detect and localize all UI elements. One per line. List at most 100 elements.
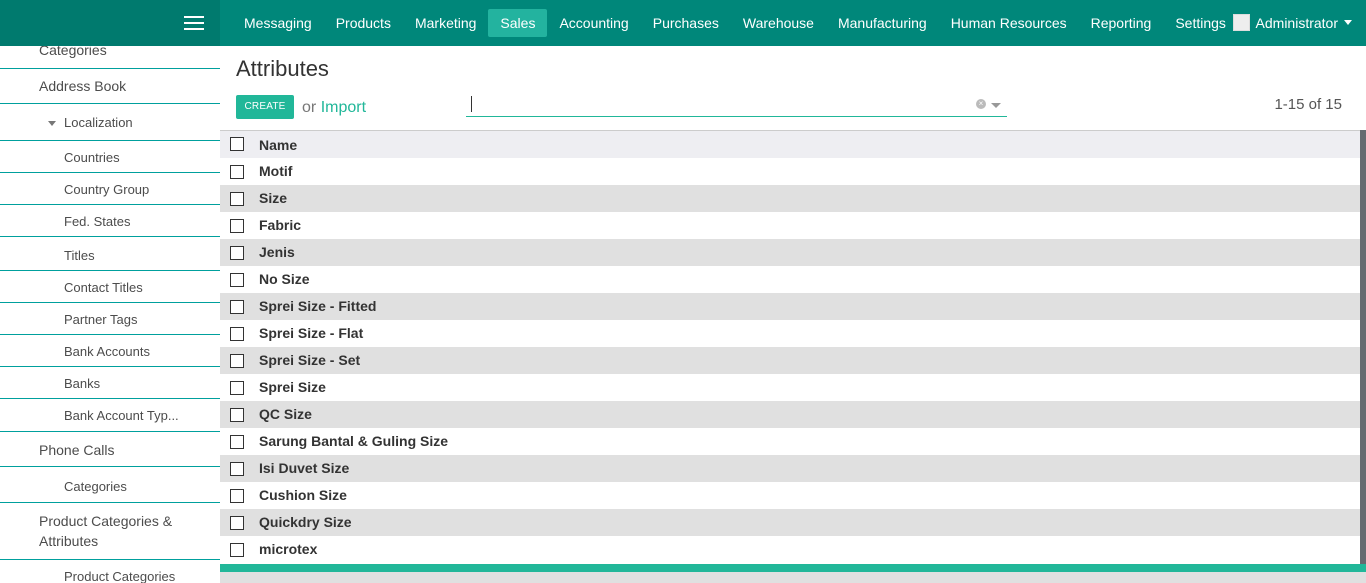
row-name: Size (259, 190, 288, 206)
menu-purchases[interactable]: Purchases (641, 9, 731, 37)
table-row[interactable]: Jenis (220, 239, 1360, 266)
row-checkbox[interactable] (230, 327, 244, 341)
table-row[interactable]: microtex (220, 536, 1360, 563)
sidebar-item-bank-account-types[interactable]: Bank Account Typ... (0, 408, 220, 423)
menu-warehouse[interactable]: Warehouse (731, 9, 826, 37)
row-checkbox[interactable] (230, 435, 244, 449)
row-name: Sprei Size - Fitted (259, 298, 377, 314)
menu-messaging[interactable]: Messaging (232, 9, 324, 37)
row-checkbox[interactable] (230, 219, 244, 233)
sidebar-item-contact-titles[interactable]: Contact Titles (0, 280, 220, 295)
sidebar-item-country-group[interactable]: Country Group (0, 182, 220, 197)
sidebar-item-phone-calls[interactable]: Phone Calls (0, 442, 220, 458)
main-content: Attributes CREATE or Import × 1-15 of 15… (220, 46, 1366, 583)
table-row[interactable]: Sprei Size - Set (220, 347, 1360, 374)
row-checkbox[interactable] (230, 300, 244, 314)
list-footer-accent (220, 564, 1366, 572)
row-checkbox[interactable] (230, 273, 244, 287)
sidebar-item-phone-categories[interactable]: Categories (0, 479, 220, 494)
menu-sales[interactable]: Sales (488, 9, 548, 37)
menu-manufacturing[interactable]: Manufacturing (826, 9, 939, 37)
table-row[interactable]: Isi Duvet Size (220, 455, 1360, 482)
pager[interactable]: 1-15 of 15 (1274, 96, 1342, 113)
search-options-caret-icon[interactable] (991, 103, 1001, 108)
import-link[interactable]: Import (321, 99, 366, 116)
row-checkbox[interactable] (230, 165, 244, 179)
row-checkbox[interactable] (230, 462, 244, 476)
sidebar-divider (0, 559, 220, 560)
sidebar-item-product-categories-attributes[interactable]: Product Categories & Attributes (0, 513, 220, 549)
clear-icon[interactable]: × (976, 99, 986, 109)
sidebar-item-bank-accounts[interactable]: Bank Accounts (0, 344, 220, 359)
row-checkbox[interactable] (230, 408, 244, 422)
caret-down-icon (1344, 20, 1352, 25)
table-row[interactable]: Sprei Size - Flat (220, 320, 1360, 347)
menu-reporting[interactable]: Reporting (1079, 9, 1164, 37)
menu-accounting[interactable]: Accounting (547, 9, 640, 37)
menu-products[interactable]: Products (324, 9, 403, 37)
create-button[interactable]: CREATE (236, 95, 294, 119)
or-import: or Import (302, 99, 366, 117)
sidebar-divider (0, 334, 220, 335)
hamburger-menu-icon[interactable] (184, 16, 204, 32)
row-name: Cushion Size (259, 487, 347, 503)
row-checkbox[interactable] (230, 489, 244, 503)
sidebar-item-label: Localization (64, 115, 133, 130)
vertical-scrollbar[interactable] (1360, 130, 1366, 564)
table-row[interactable]: Motif (220, 158, 1360, 185)
user-name: Administrator (1255, 14, 1338, 31)
table-row[interactable]: Size (220, 185, 1360, 212)
sidebar-divider (0, 302, 220, 303)
sidebar-item-titles[interactable]: Titles (0, 248, 220, 263)
sidebar-item-localization[interactable]: Localization (0, 115, 220, 130)
sidebar-divider (0, 366, 220, 367)
table-header: Name (220, 130, 1366, 158)
user-menu[interactable]: Administrator (1232, 14, 1352, 31)
table-row[interactable]: Quickdry Size (220, 509, 1360, 536)
sidebar-item-banks[interactable]: Banks (0, 376, 220, 391)
search-bar: × (466, 94, 1007, 117)
row-name: No Size (259, 271, 310, 287)
sidebar-divider (0, 502, 220, 503)
menu-marketing[interactable]: Marketing (403, 9, 488, 37)
sidebar-item-label: Product Categories & (39, 513, 173, 529)
table-row[interactable]: Sprei Size (220, 374, 1360, 401)
row-checkbox[interactable] (230, 381, 244, 395)
table-row[interactable]: Cushion Size (220, 482, 1360, 509)
row-name: Fabric (259, 217, 302, 233)
select-all-checkbox[interactable] (230, 137, 244, 151)
row-checkbox[interactable] (230, 246, 244, 260)
row-checkbox[interactable] (230, 354, 244, 368)
table-row[interactable]: Fabric (220, 212, 1360, 239)
row-checkbox[interactable] (230, 543, 244, 557)
sidebar-item-address-book[interactable]: Address Book (0, 78, 220, 94)
column-header-name[interactable]: Name (259, 137, 297, 153)
sidebar-divider (0, 431, 220, 432)
sidebar-item-product-categories[interactable]: Product Categories (0, 569, 220, 583)
sidebar-divider (0, 172, 220, 173)
table-row[interactable]: Sprei Size - Fitted (220, 293, 1360, 320)
row-name: Sarung Bantal & Guling Size (259, 433, 449, 449)
sidebar-item-fed-states[interactable]: Fed. States (0, 214, 220, 229)
or-label: or (302, 99, 317, 116)
row-checkbox[interactable] (230, 516, 244, 530)
sidebar-item-countries[interactable]: Countries (0, 150, 220, 165)
sidebar-divider (0, 68, 220, 69)
menu-settings[interactable]: Settings (1163, 9, 1238, 37)
text-cursor (471, 96, 472, 112)
table-row[interactable]: QC Size (220, 401, 1360, 428)
sidebar-item-categories-top[interactable]: Categories (0, 46, 220, 58)
sidebar-header (0, 0, 220, 46)
row-name: Jenis (259, 244, 295, 260)
row-name: Motif (259, 163, 293, 179)
table-row[interactable]: Sarung Bantal & Guling Size (220, 428, 1360, 455)
row-checkbox[interactable] (230, 192, 244, 206)
menu-human-resources[interactable]: Human Resources (939, 9, 1079, 37)
table-row[interactable]: No Size (220, 266, 1360, 293)
row-name: Isi Duvet Size (259, 460, 350, 476)
search-input[interactable] (466, 94, 966, 116)
row-name: Sprei Size (259, 379, 326, 395)
list-footer (220, 572, 1366, 583)
sidebar-item-partner-tags[interactable]: Partner Tags (0, 312, 220, 327)
row-name: Quickdry Size (259, 514, 352, 530)
